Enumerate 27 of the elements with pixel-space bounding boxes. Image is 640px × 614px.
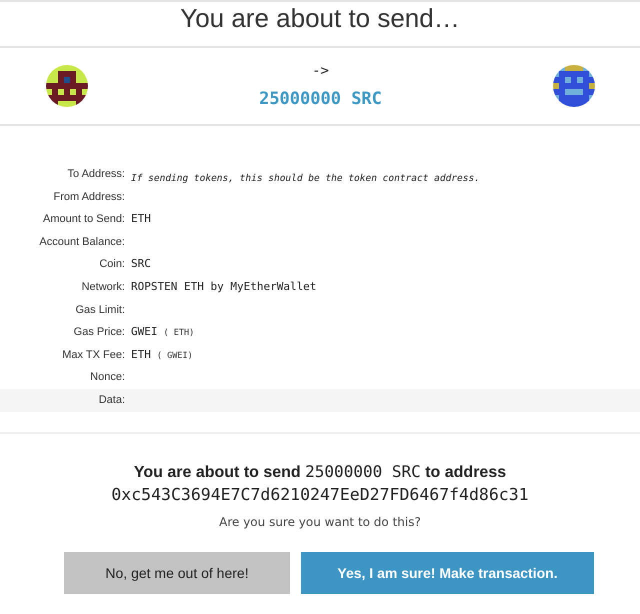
identicon-avatar (552, 65, 595, 107)
field-label: Account Balance: (38, 234, 125, 250)
field-label: Data: (98, 392, 125, 408)
field-value: GWEI (131, 324, 158, 340)
field-label: Nonce: (89, 370, 125, 386)
amount-text: 25000000 SRC (259, 89, 382, 109)
identicon-avatar (46, 65, 88, 107)
hint-text: If sending tokens, this should be the token contract address. (131, 172, 480, 186)
unit-note: ( ETH) (164, 327, 194, 340)
field-value: SRC (131, 256, 151, 272)
field-label: Max TX Fee: (61, 348, 125, 363)
field-label: Coin: (98, 257, 125, 272)
field-label: Amount to Send: (42, 212, 125, 228)
unit-note: ( GWEI) (156, 350, 193, 363)
dialog-title: You are about to send… (0, 2, 640, 48)
field-label: To Address: (66, 167, 125, 182)
field-value: ETH (131, 346, 151, 363)
confirm-sentence: You are about to send 25000000 SRC to address 0xc543C3694E7C7d6210247EeD27FD6467f4d86c31 (110, 460, 530, 506)
field-label: From Address: (52, 190, 125, 205)
field-label: Gas Price: (72, 325, 125, 340)
field-label: Gas Limit: (74, 302, 125, 318)
field-value: ETH (131, 211, 151, 228)
arrow-text: -> (312, 63, 329, 79)
field-label: Network: (80, 280, 125, 295)
cancel-button[interactable]: No, get me out of here! (64, 552, 290, 594)
field-value: ROPSTEN ETH by MyEtherWallet (131, 278, 316, 295)
confirm-question: Are you sure you want to do this? (218, 514, 422, 529)
